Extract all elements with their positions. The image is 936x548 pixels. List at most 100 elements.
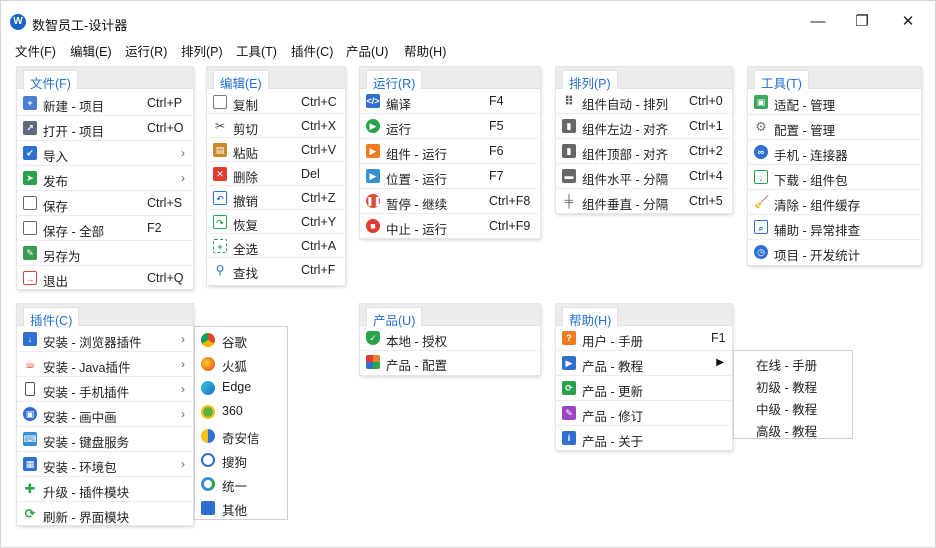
menu-item-auto-arrange[interactable]: ⠿ 组件自动 - 排列 Ctrl+0 bbox=[556, 89, 732, 114]
menu-item-install-phone-plugin[interactable]: 安装 - 手机插件 › bbox=[17, 377, 193, 402]
menu-item-dev-stats[interactable]: ◷ 项目 - 开发统计 bbox=[748, 240, 921, 265]
menu-item-undo[interactable]: ↶ 撤销 Ctrl+Z bbox=[207, 186, 345, 210]
menu-item-save-as[interactable]: ✎ 另存为 bbox=[17, 241, 193, 266]
menu-run[interactable]: 运行(R) bbox=[125, 41, 167, 60]
redo-icon: ↷ bbox=[213, 215, 227, 229]
menu-item-label: 产品 - 教程 bbox=[582, 360, 644, 374]
menu-item-run-component[interactable]: ▶ 组件 - 运行 F6 bbox=[360, 139, 540, 164]
menu-item-install-keyboard[interactable]: ⌨ 安装 - 键盘服务 bbox=[17, 427, 193, 452]
menu-item-label: 项目 - 开发统计 bbox=[774, 249, 861, 263]
submenu-item-advanced-tutorial[interactable]: 高级 - 教程 bbox=[734, 417, 852, 439]
menu-item-local-license[interactable]: ✓ 本地 - 授权 bbox=[360, 326, 540, 351]
menu-item-install-env-package[interactable]: ▦ 安装 - 环境包 › bbox=[17, 452, 193, 477]
submenu-item-label: 其他 bbox=[222, 504, 248, 518]
menu-item-stop[interactable]: ■ 中止 - 运行 Ctrl+F9 bbox=[360, 214, 540, 239]
menu-plugins[interactable]: 插件(C) bbox=[291, 41, 333, 60]
menu-item-align-left[interactable]: ▮ 组件左边 - 对齐 Ctrl+1 bbox=[556, 114, 732, 139]
menu-item-label: 新建 - 项目 bbox=[43, 100, 105, 114]
menu-item-clear-cache[interactable]: 🧹 清除 - 组件缓存 bbox=[748, 190, 921, 215]
submenu-item-label: 奇安信 bbox=[222, 432, 260, 446]
submenu-item-qianxin[interactable]: 奇安信 bbox=[195, 424, 287, 448]
menu-item-product-about[interactable]: i 产品 - 关于 bbox=[556, 426, 732, 451]
question-icon: ? bbox=[562, 331, 576, 345]
menu-item-label: 发布 bbox=[43, 175, 69, 189]
menu-item-product-revision[interactable]: ✎ 产品 - 修订 bbox=[556, 401, 732, 426]
menu-product[interactable]: 产品(U) bbox=[346, 41, 388, 60]
menu-item-label: 配置 - 管理 bbox=[774, 124, 836, 138]
submenu-item-chrome[interactable]: 谷歌 bbox=[195, 328, 287, 352]
menu-item-redo[interactable]: ↷ 恢复 Ctrl+Y bbox=[207, 210, 345, 234]
minimize-button[interactable]: — bbox=[807, 11, 829, 33]
menu-edit[interactable]: 编辑(E) bbox=[70, 41, 112, 60]
menu-item-select-all[interactable]: + 全选 Ctrl+A bbox=[207, 234, 345, 258]
submenu-item-360[interactable]: 360 bbox=[195, 400, 287, 424]
menu-item-run-position[interactable]: ▶ 位置 - 运行 F7 bbox=[360, 164, 540, 189]
menu-item-product-config[interactable]: 产品 - 配置 bbox=[360, 350, 540, 375]
adapter-icon: ▣ bbox=[754, 95, 768, 109]
paste-icon: ▤ bbox=[213, 143, 227, 157]
wrench-icon: ✎ bbox=[562, 406, 576, 420]
submenu-item-label: 中级 - 教程 bbox=[756, 403, 818, 417]
menu-item-save[interactable]: 保存 Ctrl+S bbox=[17, 191, 193, 216]
menu-item-user-manual[interactable]: ? 用户 - 手册 F1 bbox=[556, 326, 732, 351]
submenu-item-intermediate-tutorial[interactable]: 中级 - 教程 bbox=[734, 395, 852, 417]
menu-item-paste[interactable]: ▤ 粘贴 Ctrl+V bbox=[207, 138, 345, 162]
menu-item-install-pip[interactable]: ▣ 安装 - 画中画 › bbox=[17, 402, 193, 427]
menu-item-upgrade-plugin[interactable]: ✚ 升级 - 插件模块 bbox=[17, 477, 193, 502]
designer-window: W 数智员工-设计器 — ❐ ✕ 文件(F) 编辑(E) 运行(R) 排列(P)… bbox=[0, 0, 936, 548]
menu-item-label: 刷新 - 界面模块 bbox=[43, 511, 130, 525]
menu-item-run[interactable]: ▶ 运行 F5 bbox=[360, 114, 540, 139]
menu-item-adapter-manage[interactable]: ▣ 适配 - 管理 bbox=[748, 90, 921, 115]
menu-item-compile[interactable]: </> 编译 F4 bbox=[360, 89, 540, 114]
menu-item-align-top[interactable]: ▮ 组件顶部 - 对齐 Ctrl+2 bbox=[556, 139, 732, 164]
shortcut-label: Ctrl+Z bbox=[301, 191, 336, 205]
menu-item-product-tutorial[interactable]: ▶ 产品 - 教程 ▶ bbox=[556, 351, 732, 376]
help-menu-panel: 帮助(H) ? 用户 - 手册 F1 ▶ 产品 - 教程 ▶ ⟳ 产品 - 更新… bbox=[556, 304, 732, 450]
menu-item-label: 撤销 bbox=[233, 195, 259, 209]
menu-item-open-project[interactable]: ↗ 打开 - 项目 Ctrl+O bbox=[17, 116, 193, 141]
menu-item-install-java-plugin[interactable]: ☕ 安装 - Java插件 › bbox=[17, 352, 193, 377]
menu-item-save-all[interactable]: 保存 - 全部 F2 bbox=[17, 216, 193, 241]
menu-item-exit[interactable]: → 退出 Ctrl+Q bbox=[17, 266, 193, 291]
menu-item-find[interactable]: ⚲ 查找 Ctrl+F bbox=[207, 258, 345, 282]
chevron-right-icon: › bbox=[181, 407, 185, 421]
menu-item-import[interactable]: ↙ 导入 › bbox=[17, 141, 193, 166]
submenu-item-firefox[interactable]: 火狐 bbox=[195, 352, 287, 376]
menu-item-cut[interactable]: ✂ 剪切 Ctrl+X bbox=[207, 114, 345, 138]
menu-tools[interactable]: 工具(T) bbox=[236, 41, 277, 60]
run-menu-panel: 运行(R) </> 编译 F4 ▶ 运行 F5 ▶ 组件 - 运行 F6 ▶ 位… bbox=[360, 67, 540, 238]
menu-item-product-update[interactable]: ⟳ 产品 - 更新 bbox=[556, 376, 732, 401]
submenu-item-beginner-tutorial[interactable]: 初级 - 教程 bbox=[734, 373, 852, 395]
panel-header: 排列(P) bbox=[556, 67, 732, 91]
menu-item-copy[interactable]: 复制 Ctrl+C bbox=[207, 90, 345, 114]
menu-item-phone-connector[interactable]: ∞ 手机 - 连接器 bbox=[748, 140, 921, 165]
menu-file[interactable]: 文件(F) bbox=[15, 41, 56, 60]
submenu-item-other[interactable]: 其他 bbox=[195, 496, 287, 520]
close-button[interactable]: ✕ bbox=[897, 11, 919, 33]
shortcut-label: Ctrl+O bbox=[147, 121, 184, 135]
app-logo-icon: W bbox=[10, 14, 26, 30]
menu-help[interactable]: 帮助(H) bbox=[404, 41, 446, 60]
scissors-icon: ✂ bbox=[213, 119, 227, 133]
pause-icon: ❚❚ bbox=[366, 194, 382, 208]
menu-item-new-project[interactable]: + 新建 - 项目 Ctrl+P bbox=[17, 91, 193, 116]
menu-item-download-package[interactable]: ↓ 下载 - 组件包 bbox=[748, 165, 921, 190]
menu-item-distribute-horizontal[interactable]: ▬ 组件水平 - 分隔 Ctrl+4 bbox=[556, 164, 732, 189]
menu-item-diagnose[interactable]: ⌕ 辅助 - 异常排查 bbox=[748, 215, 921, 240]
submenu-item-uos[interactable]: 统一 bbox=[195, 472, 287, 496]
menu-arrange[interactable]: 排列(P) bbox=[181, 41, 223, 60]
submenu-item-edge[interactable]: Edge bbox=[195, 376, 287, 400]
update-icon: ⟳ bbox=[562, 381, 576, 395]
menu-item-distribute-vertical[interactable]: ╪ 组件垂直 - 分隔 Ctrl+5 bbox=[556, 189, 732, 214]
submenu-item-sogou[interactable]: 搜狗 bbox=[195, 448, 287, 472]
menu-item-publish[interactable]: ➤ 发布 › bbox=[17, 166, 193, 191]
submenu-item-online-manual[interactable]: 在线 - 手册 bbox=[734, 351, 852, 373]
restore-button[interactable]: ❐ bbox=[851, 11, 873, 33]
menu-item-label: 保存 bbox=[43, 200, 69, 214]
menu-item-config-manage[interactable]: ⚙ 配置 - 管理 bbox=[748, 115, 921, 140]
menu-item-refresh-ui[interactable]: ⟳ 刷新 - 界面模块 bbox=[17, 502, 193, 527]
menu-item-label: 组件垂直 - 分隔 bbox=[582, 198, 669, 212]
menu-item-install-browser-plugin[interactable]: ↓ 安装 - 浏览器插件 › bbox=[17, 327, 193, 352]
menu-item-delete[interactable]: ✕ 删除 Del bbox=[207, 162, 345, 186]
menu-item-pause[interactable]: ❚❚ 暂停 - 继续 Ctrl+F8 bbox=[360, 189, 540, 214]
